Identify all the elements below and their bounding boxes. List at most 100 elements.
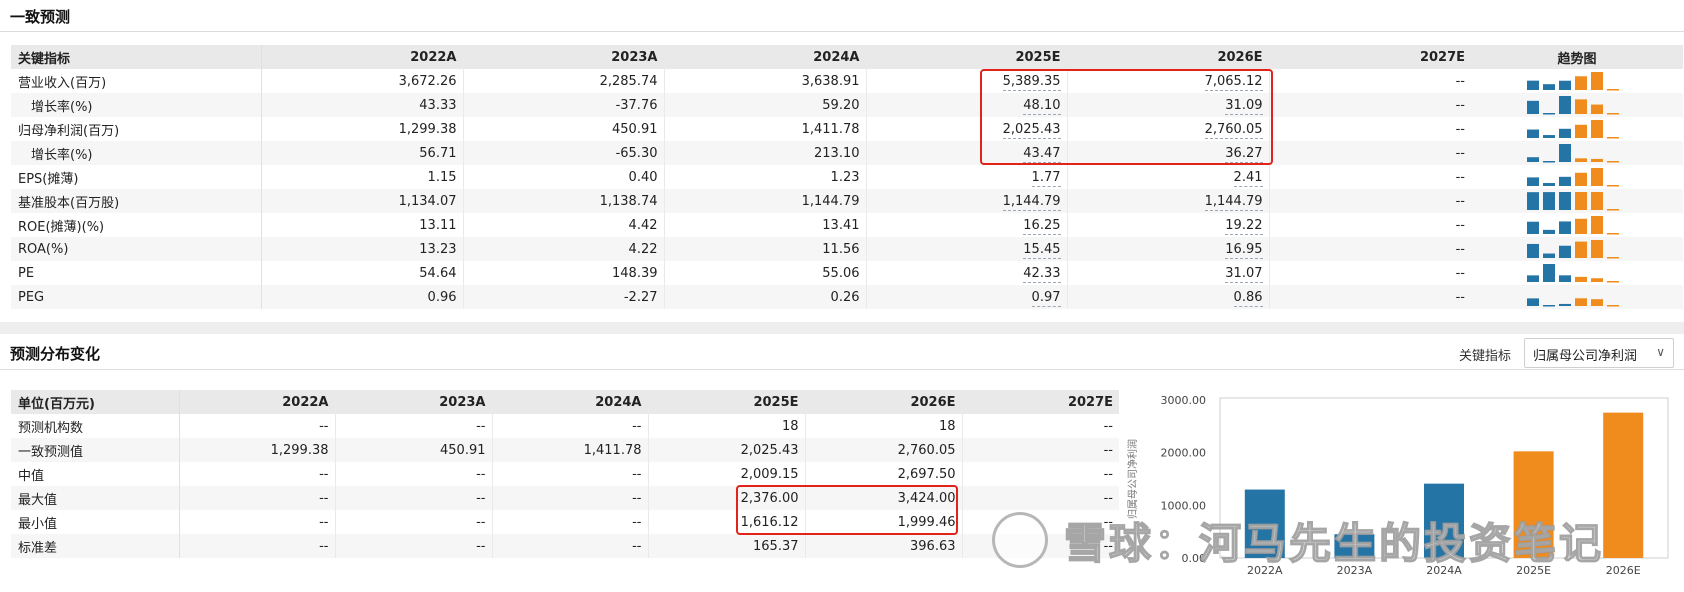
estimate-value-link[interactable]: 48.10	[1023, 97, 1061, 115]
estimate-value-link[interactable]: 16.25	[1023, 217, 1061, 235]
trend-bar	[1575, 298, 1587, 306]
trend-bar	[1543, 135, 1555, 138]
trend-mini-chart	[1527, 298, 1619, 307]
table-row: 预测机构数 -- -- -- 18 18 --	[11, 414, 1119, 438]
distribution-table: 单位(百万元) 2022A 2023A 2024A 2025E 2026E 2027E 预测…	[11, 390, 1119, 558]
trend-mini-chart	[1527, 120, 1619, 139]
table-row: 最大值 -- -- -- 2,376.00 3,424.00 --	[11, 486, 1119, 510]
trend-bar	[1607, 281, 1619, 283]
cell-value: --	[961, 438, 1119, 462]
metric-selector-dropdown[interactable]: 归属母公司净利润 ∨	[1524, 338, 1674, 368]
trend-bar	[1591, 278, 1603, 282]
cell-value: 19.22	[1066, 213, 1269, 237]
cell-value: 5,389.35	[865, 69, 1067, 93]
cell-value: --	[334, 534, 492, 558]
estimate-value-link[interactable]: 36.27	[1225, 145, 1263, 163]
trend-bar	[1575, 241, 1587, 258]
cell-value: 56.71	[261, 141, 463, 165]
trend-bar	[1607, 209, 1619, 211]
table-row: 营业收入(百万) 3,672.26 2,285.74 3,638.91 5,389.35…	[11, 69, 1683, 93]
column-header-3: 2024A	[491, 390, 648, 414]
estimate-value-link[interactable]: 2,025.43	[1002, 121, 1061, 139]
section-separator-band	[0, 322, 1684, 334]
row-label: 一致预测值	[11, 438, 180, 462]
cell-value: 0.97	[865, 285, 1067, 309]
estimate-value-link[interactable]: 19.22	[1225, 217, 1263, 235]
cell-value: 1,299.38	[398, 121, 457, 137]
cell-value: 1.15	[427, 169, 457, 185]
column-header-1: 2022A	[179, 390, 335, 414]
cell-value: 1,299.38	[179, 438, 335, 462]
bar-2024A	[1424, 483, 1464, 558]
cell-value: 0.86	[1066, 285, 1269, 309]
cell-value: 48.10	[865, 93, 1067, 117]
table-row: 最小值 -- -- -- 1,616.12 1,999.46 --	[11, 510, 1119, 534]
trend-bar	[1591, 72, 1603, 90]
trend-bar	[1559, 128, 1571, 138]
cell-value: 18	[804, 414, 962, 438]
table-row: ROE(摊薄)(%) 13.11 4.42 13.41 16.25 19.22 --	[11, 213, 1683, 237]
trend-bar	[1607, 89, 1619, 91]
column-header-6: 2027E	[1268, 45, 1471, 69]
estimate-value-link[interactable]: 43.47	[1023, 145, 1061, 163]
cell-value: 4.22	[462, 237, 664, 261]
cell-value: 3,638.91	[663, 69, 866, 93]
trend-bar	[1527, 243, 1539, 258]
cell-value: 1,134.07	[261, 189, 463, 213]
trend-bar	[1559, 192, 1571, 210]
estimate-value-link[interactable]: 0.97	[1031, 289, 1061, 307]
cell-value: --	[1268, 237, 1471, 261]
column-header-0: 关键指标	[11, 45, 262, 69]
cell-value: --	[491, 510, 648, 534]
cell-value: 1,411.78	[663, 117, 866, 141]
cell-value: 43.47	[865, 141, 1067, 165]
cell-value: 55.06	[663, 261, 866, 285]
cell-value: 3,424.00	[804, 486, 962, 510]
estimate-value-link[interactable]: 42.33	[1023, 265, 1061, 283]
cell-value: 1.23	[663, 165, 866, 189]
estimate-value-link[interactable]: 7,065.12	[1204, 73, 1263, 91]
trend-mini-chart	[1527, 144, 1619, 163]
estimate-value-link[interactable]: 16.95	[1225, 241, 1263, 259]
estimate-value-link[interactable]: 15.45	[1023, 241, 1061, 259]
column-header-2: 2023A	[462, 45, 664, 69]
x-tick-label: 2023A	[1337, 564, 1373, 577]
cell-value: --	[179, 534, 335, 558]
cell-value: 165.37	[647, 534, 805, 558]
trend-bar	[1543, 253, 1555, 258]
trend-sparkline	[1471, 141, 1683, 165]
row-label: 基准股本(百万股)	[11, 189, 262, 213]
trend-mini-chart	[1527, 240, 1619, 259]
cell-value: 1,144.79	[865, 189, 1067, 213]
estimate-value-link[interactable]: 2.41	[1233, 169, 1263, 187]
trend-bar	[1527, 298, 1539, 306]
estimate-value-link[interactable]: 31.09	[1225, 97, 1263, 115]
metric-selector-label: 关键指标	[1459, 349, 1512, 364]
trend-bar	[1559, 80, 1571, 90]
table-row: 归母净利润(百万) 1,299.38 450.91 1,411.78 2,025.43 2…	[11, 117, 1683, 141]
cell-value: 2.41	[1066, 165, 1269, 189]
table-row: PEG 0.96 -2.27 0.26 0.97 0.86 --	[11, 285, 1683, 309]
column-header-5: 2026E	[804, 390, 962, 414]
column-header-1: 2022A	[261, 45, 463, 69]
trend-bar	[1559, 221, 1571, 234]
cell-value: --	[961, 486, 1119, 510]
cell-value: 13.41	[663, 213, 866, 237]
trend-bar	[1575, 158, 1587, 162]
estimate-value-link[interactable]: 2,760.05	[1204, 121, 1263, 139]
estimate-value-link[interactable]: 1,144.79	[1204, 193, 1263, 211]
cell-value: 7,065.12	[1066, 69, 1269, 93]
y-tick-label: 3000.00	[1161, 394, 1207, 407]
estimate-value-link[interactable]: 1,144.79	[1002, 193, 1061, 211]
trend-bar	[1527, 100, 1539, 114]
estimate-value-link[interactable]: 1.77	[1031, 169, 1061, 187]
trend-mini-chart	[1527, 96, 1619, 115]
row-label: ROA(%)	[11, 237, 262, 261]
cell-value: 1,144.79	[1066, 189, 1269, 213]
trend-bar	[1543, 84, 1555, 90]
trend-mini-chart	[1527, 168, 1619, 187]
estimate-value-link[interactable]: 5,389.35	[1002, 73, 1061, 91]
trend-bar	[1607, 161, 1619, 163]
estimate-value-link[interactable]: 0.86	[1233, 289, 1263, 307]
estimate-value-link[interactable]: 31.07	[1225, 265, 1263, 283]
